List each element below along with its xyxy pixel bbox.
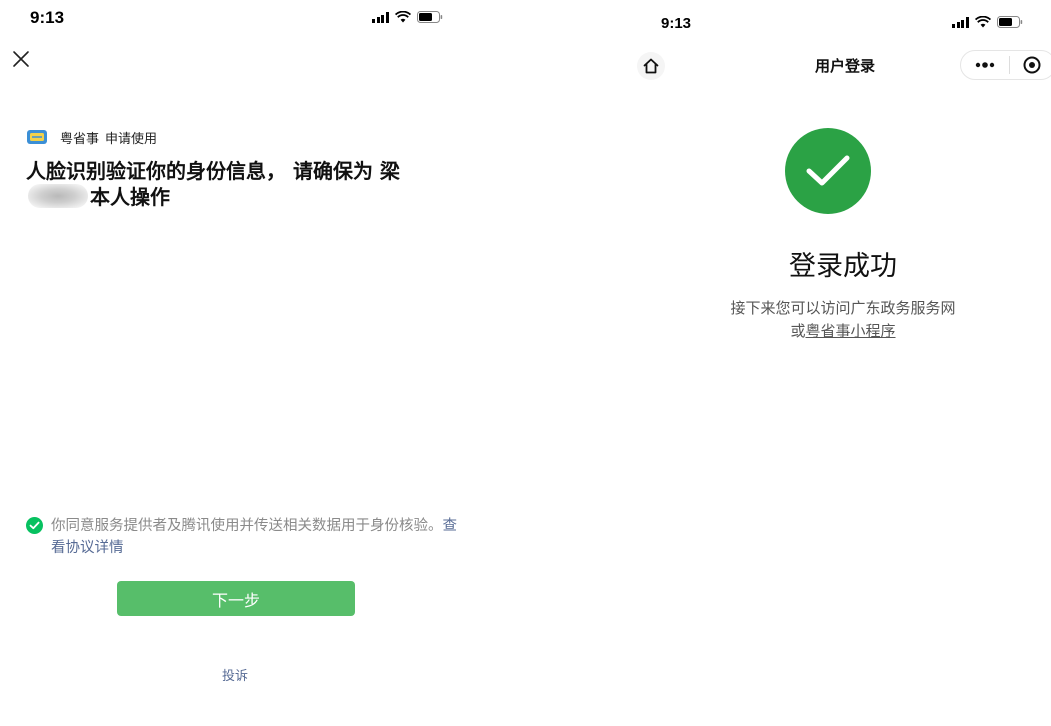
login-success-screen: 9:13 用户登录 登录成功 接下来您可以访问广东政务服务网 或粤省事小程序	[585, 0, 1051, 726]
battery-icon	[416, 11, 442, 23]
consent-row: 你同意服务提供者及腾讯使用并传送相关数据用于身份核验。查看协议详情	[26, 515, 466, 559]
close-icon	[13, 51, 29, 67]
title-prefix: 人脸识别验证你的身份信息， 请确保为 梁	[26, 159, 400, 183]
desc-prefix: 或	[790, 322, 806, 340]
exit-miniprogram-button[interactable]	[1009, 51, 1051, 79]
success-check-icon	[785, 128, 871, 214]
signal-icon	[372, 11, 389, 23]
check-icon	[806, 155, 850, 186]
battery-icon	[996, 16, 1022, 28]
face-verify-screen: 9:13 粤省事 申请使用 人脸识别验证你的身份信息， 请确保为 梁本人操作 你…	[0, 0, 470, 726]
status-time: 9:13	[30, 8, 65, 27]
consent-statement: 你同意服务提供者及腾讯使用并传送相关数据用于身份核验。	[51, 518, 443, 534]
more-button[interactable]	[961, 51, 1009, 79]
next-step-button[interactable]: 下一步	[117, 581, 355, 616]
success-title: 登录成功	[789, 251, 897, 282]
app-logo-icon	[27, 130, 47, 144]
app-action-text: 申请使用	[105, 131, 158, 147]
miniprogram-link[interactable]: 粤省事小程序	[806, 322, 896, 340]
app-name: 粤省事	[60, 131, 100, 147]
close-button[interactable]	[10, 48, 32, 70]
success-description: 接下来您可以访问广东政务服务网 或粤省事小程序	[585, 297, 1051, 343]
status-icons	[372, 11, 443, 23]
desc-line-2: 或粤省事小程序	[585, 320, 1051, 343]
target-icon	[1023, 56, 1041, 74]
verification-title: 人脸识别验证你的身份信息， 请确保为 梁本人操作	[26, 158, 446, 210]
complaint-link[interactable]: 投诉	[0, 665, 470, 684]
title-suffix: 本人操作	[90, 185, 170, 209]
desc-line-1: 接下来您可以访问广东政务服务网	[730, 299, 956, 317]
check-icon	[29, 521, 40, 530]
status-time: 9:13	[661, 15, 692, 32]
miniprogram-capsule	[960, 50, 1051, 80]
status-icons	[952, 16, 1023, 28]
signal-icon	[952, 16, 969, 28]
consent-text: 你同意服务提供者及腾讯使用并传送相关数据用于身份核验。查看协议详情	[51, 515, 466, 559]
wifi-icon	[394, 11, 411, 23]
more-icon	[975, 62, 994, 68]
consent-checkbox[interactable]	[26, 517, 43, 534]
app-request-row: 粤省事 申请使用	[26, 127, 157, 147]
redacted-name	[28, 184, 88, 208]
wifi-icon	[974, 16, 991, 28]
